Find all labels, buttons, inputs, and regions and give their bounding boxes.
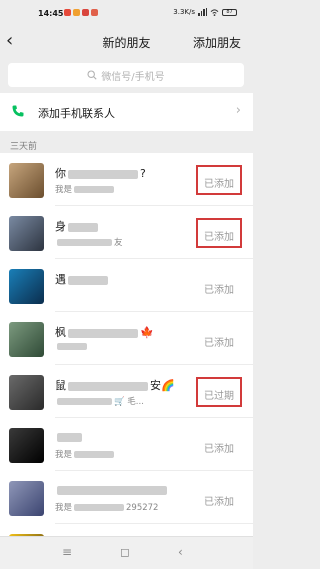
contact-name — [55, 430, 84, 443]
avatar[interactable] — [9, 481, 44, 516]
friend-request-row[interactable]: 鼠安🌈 🛒 毛... 已过期 — [0, 365, 253, 418]
chevron-right-icon: › — [235, 103, 241, 118]
signal-icon — [198, 8, 207, 16]
request-message-suffix: 295272 — [126, 503, 159, 513]
menu-icon[interactable]: ≡ — [62, 545, 72, 559]
back-icon[interactable]: ‹ — [178, 545, 183, 559]
request-message — [55, 342, 89, 352]
request-message-suffix: 🛒 毛... — [114, 397, 144, 407]
redacted-text — [68, 222, 98, 232]
request-status: 已添加 — [204, 497, 234, 508]
status-app-icon — [73, 9, 80, 16]
request-status: 已添加 — [204, 444, 234, 455]
status-app-icon — [64, 9, 71, 16]
battery-icon: 87 — [222, 8, 237, 16]
search-input[interactable]: 微信号/手机号 — [8, 63, 244, 87]
status-app-icon — [91, 9, 98, 16]
request-message-prefix: 我是 — [55, 450, 73, 460]
redacted-text — [57, 343, 87, 350]
request-message-prefix: 我是 — [55, 503, 73, 513]
friend-request-row[interactable]: 我是 295272 已添加 — [0, 471, 253, 524]
redacted-text — [57, 485, 167, 495]
request-message-prefix: 我是 — [55, 185, 73, 195]
friend-request-row[interactable]: 枫 🍁 已添加 — [0, 312, 253, 365]
redacted-text — [68, 169, 138, 179]
contact-name-suffix: 🍁 — [140, 326, 154, 339]
avatar[interactable] — [9, 375, 44, 410]
nav-bar: ‹ 新的朋友 添加朋友 — [0, 22, 253, 60]
status-app-icons — [64, 9, 98, 16]
add-phone-contacts-label: 添加手机联系人 — [38, 107, 115, 120]
request-status: 已添加 — [204, 285, 234, 296]
redacted-text — [57, 398, 112, 405]
contact-name-prefix: 枫 — [55, 326, 66, 339]
friend-request-list: 你? 我是 已添加身友已添加遇已添加枫 🍁 已添加鼠安🌈 🛒 毛... 已过期 我是 已添加 我是… — [0, 153, 253, 536]
request-message: 我是 — [55, 183, 116, 195]
add-phone-contacts-row[interactable]: 添加手机联系人 › — [0, 93, 253, 131]
section-header: 三天前 — [10, 142, 38, 152]
search-icon — [87, 70, 97, 80]
contact-name — [55, 483, 169, 496]
contact-name: 鼠 安🌈 — [55, 377, 175, 393]
net-speed: 3.3K/s — [173, 8, 195, 16]
avatar[interactable] — [9, 216, 44, 251]
redacted-text — [74, 451, 115, 458]
contact-name: 你? — [55, 165, 146, 181]
request-message: 🛒 毛... — [55, 395, 144, 407]
status-time: 14:45 — [38, 9, 64, 18]
avatar[interactable] — [9, 428, 44, 463]
friend-request-row[interactable]: 遇已添加 — [0, 259, 253, 312]
friend-request-row[interactable]: 我是 已添加 — [0, 418, 253, 471]
contact-name-prefix: 遇 — [55, 273, 66, 286]
request-message: 我是 — [55, 448, 116, 460]
wifi-icon — [210, 8, 219, 16]
contact-name-prefix: 身 — [55, 220, 66, 233]
request-status: 已添加 — [204, 338, 234, 349]
redacted-text — [68, 381, 148, 391]
avatar[interactable] — [9, 269, 44, 304]
redacted-text — [57, 432, 82, 442]
contact-name-prefix: 鼠 — [55, 379, 66, 392]
contact-name-suffix: 安🌈 — [150, 379, 175, 392]
highlight-box — [196, 377, 242, 407]
contact-name: 身 — [55, 218, 100, 234]
redacted-text — [68, 275, 108, 285]
avatar[interactable] — [9, 322, 44, 357]
redacted-text — [57, 239, 112, 246]
add-friend-button[interactable]: 添加朋友 — [193, 34, 241, 51]
system-nav-bar: ≡ ◻ ‹ — [0, 536, 253, 569]
status-right: 3.3K/s 87 — [173, 8, 237, 16]
contact-name-suffix: ? — [140, 167, 146, 180]
friend-request-row[interactable]: 乐 — [0, 524, 253, 536]
highlight-box — [196, 165, 242, 195]
home-icon[interactable]: ◻ — [120, 545, 130, 559]
contact-name: 枫 🍁 — [55, 324, 154, 340]
friend-request-row[interactable]: 身友已添加 — [0, 206, 253, 259]
contact-name-prefix: 你 — [55, 167, 66, 180]
phone-icon — [12, 105, 24, 117]
friend-request-row[interactable]: 你? 我是 已添加 — [0, 153, 253, 206]
contact-name: 遇 — [55, 271, 110, 287]
status-app-icon — [82, 9, 89, 16]
highlight-box — [196, 218, 242, 248]
status-bar: 14:45 3.3K/s 87 — [0, 0, 253, 22]
request-message: 我是 295272 — [55, 501, 158, 513]
redacted-text — [74, 504, 125, 511]
search-placeholder: 微信号/手机号 — [101, 71, 165, 83]
request-message: 友 — [55, 236, 123, 248]
avatar[interactable] — [9, 163, 44, 198]
redacted-text — [74, 186, 115, 193]
redacted-text — [68, 328, 138, 338]
request-message-suffix: 友 — [114, 238, 123, 248]
